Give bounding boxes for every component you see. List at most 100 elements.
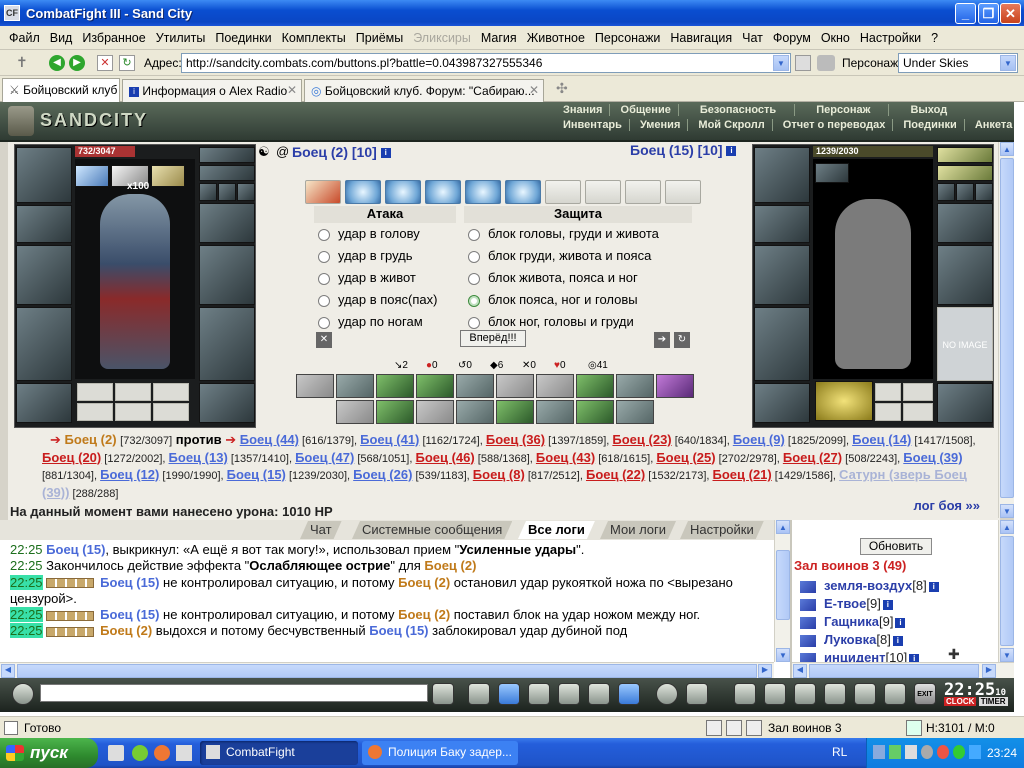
clock-button[interactable]: CLOCK [944,697,977,706]
enemy-fighter-link[interactable]: Боец (21) [713,467,772,482]
battle-log-link[interactable]: лог боя »» [913,498,980,513]
enemy-fighter-link[interactable]: Боец (41) [360,432,419,447]
empty-slot[interactable] [153,403,189,421]
fighter-name[interactable]: Боец (2) [398,607,450,622]
language-indicator[interactable]: RL [832,745,847,759]
belt-slot[interactable] [16,383,72,423]
tab-forum[interactable]: ◎ Бойцовский клуб. Форум: "Сабираю... ✕ [304,79,544,102]
enemy-fighter-link[interactable]: Боец (27) [783,450,842,465]
chevron-down-icon[interactable]: ▼ [1000,55,1016,71]
bracers-slot[interactable] [754,205,810,243]
chat-timestamp[interactable]: 22:25 [10,623,43,639]
scroll-ice-icon[interactable] [465,180,501,204]
nav-profile[interactable]: Анкета [968,119,1014,131]
persona-select[interactable]: Under Skies ▼ [898,53,1018,73]
person-icon[interactable] [558,683,580,705]
radio-icon[interactable] [468,294,480,307]
yin-yang-icon[interactable]: ☯ [258,144,270,160]
left-fighter-name[interactable]: Боец (2) [10] i [292,144,391,160]
helmet-slot[interactable] [16,147,72,203]
menu-sets[interactable]: Комплекты [277,31,351,45]
tab-system[interactable]: Системные сообщения [352,521,512,539]
nav-knowledge[interactable]: Знания [556,104,611,116]
helmet-icon[interactable] [686,683,708,705]
scroll-thumb[interactable] [1000,158,1014,498]
enemy-fighter-link[interactable]: Боец (23) [612,432,671,447]
menu-techniques[interactable]: Приёмы [351,31,408,45]
menu-view[interactable]: Вид [45,31,78,45]
chevron-left-icon[interactable]: ◀ [793,664,807,678]
nav-security[interactable]: Безопасность [681,104,796,116]
earrings-slot[interactable] [937,147,993,163]
radio-icon[interactable] [468,272,480,285]
enemy-fighter-link[interactable]: Боец (36) [486,432,545,447]
chevron-up-icon[interactable]: ▲ [1000,520,1014,534]
empty-slot[interactable] [115,383,151,401]
boots-slot[interactable] [937,383,993,423]
skill-icon[interactable] [376,374,414,398]
empty-slot[interactable] [115,403,151,421]
menu-forum[interactable]: Форум [768,31,816,45]
opera-icon[interactable] [937,745,949,759]
smiley-bubble-icon[interactable] [12,683,34,705]
close-button[interactable]: ✕ [1000,3,1021,24]
enter-icon[interactable] [432,683,454,705]
room-player[interactable]: Луковка[8] i [800,632,903,647]
skill-icon[interactable] [576,400,614,424]
gloves-slot[interactable] [199,203,255,243]
firefox-icon[interactable] [154,745,170,761]
enemy-fighter-link[interactable]: Боец (22) [586,467,645,482]
chat-timestamp[interactable]: 22:25 [10,607,43,623]
belt-slot[interactable] [754,383,810,423]
scroll-thumb[interactable] [809,664,979,678]
radio-icon[interactable] [318,294,330,307]
chat-timestamp[interactable]: 22:25 [10,542,43,557]
enemy-fighter-link[interactable]: Боец (8) [473,467,525,482]
tab-my-logs[interactable]: Мои логи [600,521,676,539]
room-scrollbar[interactable]: ▲ ▼ [998,520,1014,662]
app-icon[interactable] [176,745,192,761]
room-player[interactable]: Гащника[9] i [800,614,906,629]
menu-duels[interactable]: Поединки [210,31,276,45]
tab-info[interactable]: i Информация о Alex Radio ✕ [122,79,302,102]
eraser-icon[interactable] [468,683,490,705]
speaker-icon[interactable] [921,745,933,759]
ring-slot-3[interactable] [237,183,255,201]
effect-icon[interactable] [815,163,849,183]
menu-settings[interactable]: Настройки [855,31,926,45]
scroll-empty-icon[interactable] [585,180,621,204]
enemy-fighter-link[interactable]: Боец (47) [295,450,354,465]
skill-icon[interactable] [416,374,454,398]
menu-navigation[interactable]: Навигация [665,31,737,45]
spiral-icon[interactable]: @ [276,144,289,159]
tab-all-logs[interactable]: Все логи [518,521,595,539]
amulet-slot[interactable] [199,165,255,181]
player-name[interactable]: Луковка [824,632,876,647]
tab-combat-club[interactable]: ⚔ Бойцовский клуб [2,78,120,102]
enemy-fighter-link[interactable]: Боец (20) [42,450,101,465]
close-icon[interactable]: ✕ [529,83,539,97]
scroll-ice-icon[interactable] [345,180,381,204]
icq-icon[interactable] [953,745,965,759]
skill-icon[interactable] [536,400,574,424]
weapon-slot[interactable] [754,245,810,305]
no-image-slot[interactable]: NO IMAGE [937,307,993,381]
room-status-icon[interactable] [746,720,762,736]
my-fighter-link[interactable]: Боец (2) [65,432,117,447]
enemy-fighter-link[interactable]: Боец (13) [169,450,228,465]
ring-slot-2[interactable] [956,183,974,201]
back-icon[interactable]: ◀ [49,55,65,71]
chevron-right-icon[interactable]: ▶ [758,664,772,678]
info-icon[interactable]: i [895,617,906,628]
amulet-slot[interactable] [937,165,993,181]
helmet-slot[interactable] [754,147,810,203]
player-status-icon[interactable] [800,580,816,593]
flag-icon[interactable] [884,683,906,705]
smiley-icon[interactable] [656,683,678,705]
chat-timestamp[interactable]: 22:25 [10,574,43,590]
skill-icon[interactable] [336,400,374,424]
attack-groin[interactable]: удар в пояс(пах) [318,292,437,307]
shield-slot[interactable] [937,245,993,305]
block-head-chest-stomach[interactable]: блок головы, груди и живота [468,226,659,241]
scroll-empty-icon[interactable] [545,180,581,204]
